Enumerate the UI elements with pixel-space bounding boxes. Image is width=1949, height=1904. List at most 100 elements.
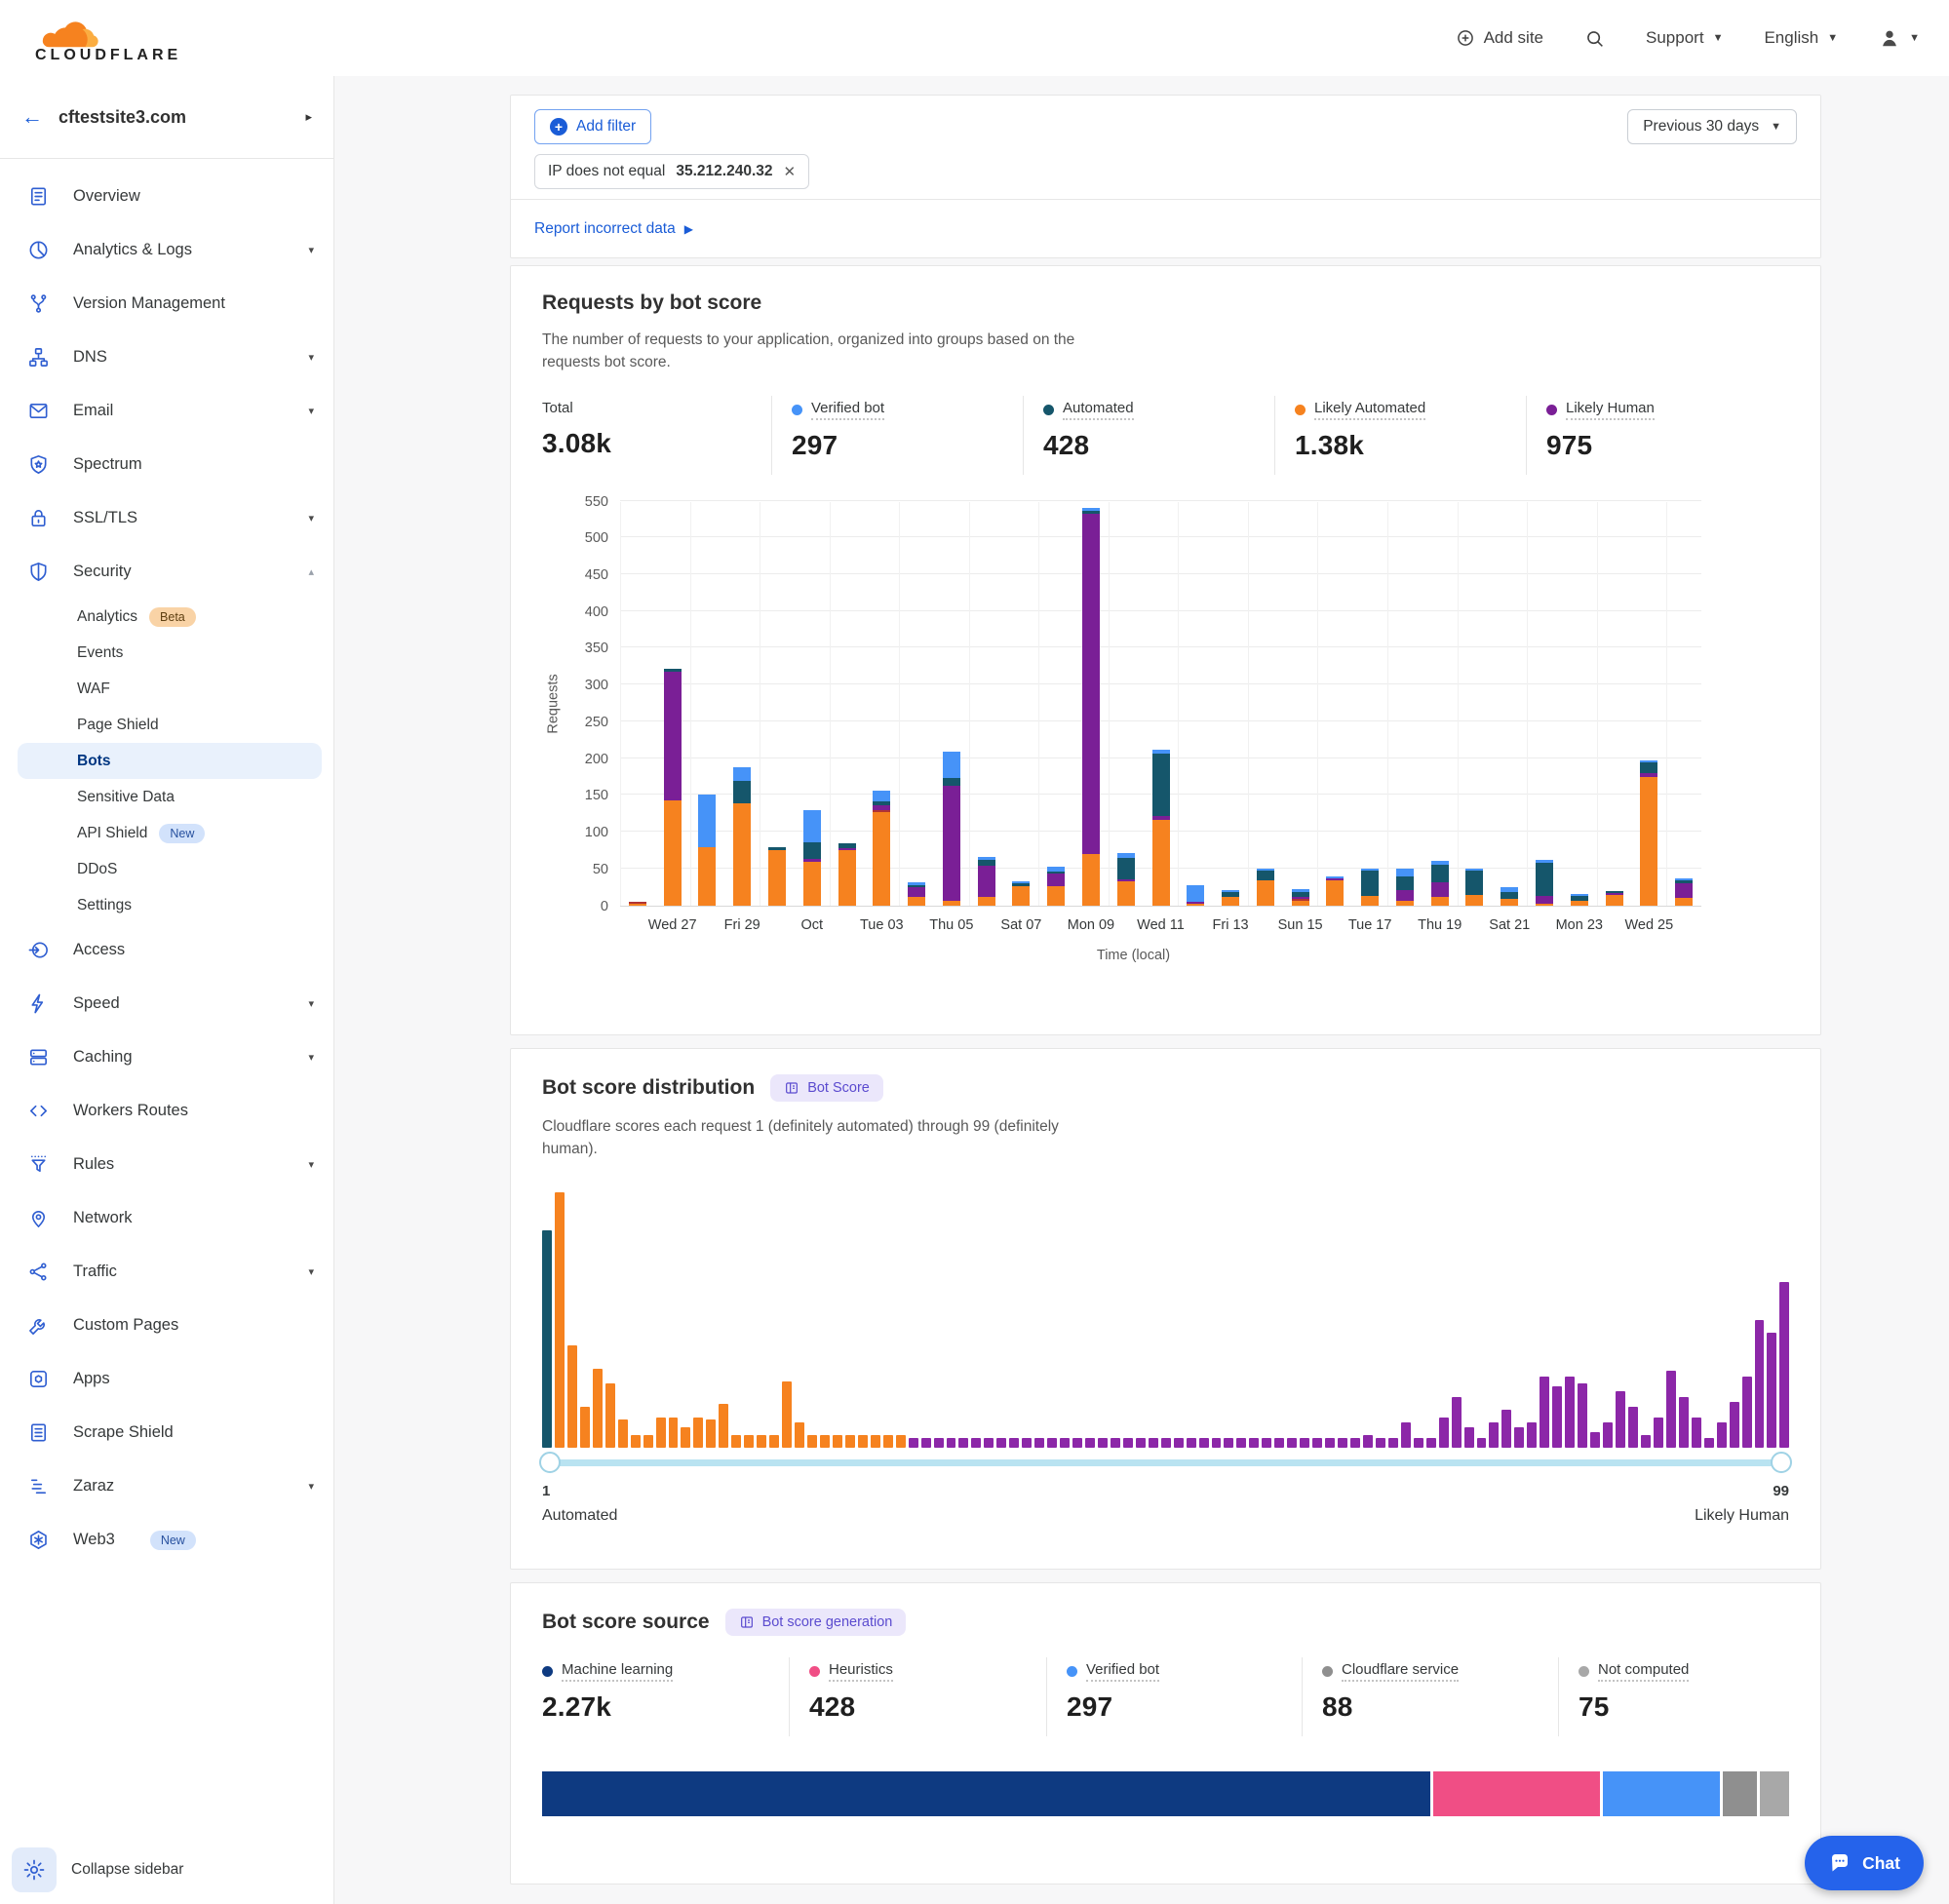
histogram-bar [719,1404,728,1448]
sidebar-item-web3[interactable]: Web3New [0,1513,333,1567]
stat-label[interactable]: Verified bot [1086,1661,1159,1682]
gridline-vertical [1666,502,1667,906]
y-axis-tick: 100 [585,825,608,840]
stat-label[interactable]: Machine learning [562,1661,673,1682]
histogram-bar [1578,1383,1587,1448]
close-icon[interactable]: ✕ [784,163,797,180]
sidebar-subitem-ddos[interactable]: DDoS [0,851,333,887]
slider-track[interactable] [542,1459,1789,1466]
sidebar-item-caching[interactable]: Caching▾ [0,1030,333,1084]
add-filter-label: Add filter [576,118,636,136]
slider-handle-max[interactable] [1771,1452,1792,1473]
stat-label[interactable]: Heuristics [829,1661,893,1682]
chat-button[interactable]: Chat [1805,1836,1924,1890]
gridline-vertical [1178,502,1179,906]
bar-segment [698,847,716,906]
bar-segment [1675,883,1693,898]
sidebar-item-analytics-logs[interactable]: Analytics & Logs▾ [0,223,333,277]
bot-score-badge[interactable]: Bot Score [770,1074,883,1102]
stat-label[interactable]: Automated [1063,400,1134,420]
time-range-label: Previous 30 days [1643,118,1759,136]
docs-icon [739,1614,755,1630]
stat-label[interactable]: Cloudflare service [1342,1661,1459,1682]
bar-segment [1501,892,1518,899]
sidebar-item-dns[interactable]: DNS▾ [0,330,333,384]
funnel-icon [27,1153,50,1176]
sidebar-item-version-management[interactable]: Version Management [0,277,333,330]
stat-label[interactable]: Likely Automated [1314,400,1425,420]
y-axis-tick: 200 [585,752,608,767]
gridline-horizontal [620,610,1701,611]
collapse-sidebar-button[interactable]: Collapse sidebar [12,1847,183,1892]
bot-score-generation-badge[interactable]: Bot score generation [725,1609,907,1636]
stat-label[interactable]: Likely Human [1566,400,1655,420]
language-menu[interactable]: English ▼ [1764,28,1838,48]
filter-chip[interactable]: IP does not equal 35.212.240.32 ✕ [534,154,809,189]
sidebar-item-overview[interactable]: Overview [0,170,333,223]
sidebar-subitem-sensitive-data[interactable]: Sensitive Data [0,779,333,815]
sidebar-item-workers-routes[interactable]: Workers Routes [0,1084,333,1138]
site-name: cftestsite3.com [58,107,290,128]
bar-segment [1082,514,1100,854]
sidebar-subitem-page-shield[interactable]: Page Shield [0,707,333,743]
web3-icon [27,1529,50,1551]
sidebar-subitem-bots[interactable]: Bots [18,743,322,779]
bar-segment [803,810,821,842]
add-filter-button[interactable]: + Add filter [534,109,651,144]
apps-icon [27,1368,50,1390]
source-segment-not-computed [1760,1771,1789,1816]
sidebar-subitem-events[interactable]: Events [0,635,333,671]
stacked-bar-plot: 050100150200250300350400450500550Wed 27F… [620,502,1701,907]
bar-segment [1465,871,1483,895]
sidebar-item-rules[interactable]: Rules▾ [0,1138,333,1191]
y-axis-tick: 50 [593,862,608,877]
histogram-bar [1149,1438,1158,1448]
sidebar-item-zaraz[interactable]: Zaraz▾ [0,1459,333,1513]
sidebar-subitem-waf[interactable]: WAF [0,671,333,707]
sidebar-item-speed[interactable]: Speed▾ [0,977,333,1030]
stat-label[interactable]: Not computed [1598,1661,1689,1682]
stat-label[interactable]: Verified bot [811,400,884,420]
legend-dot-icon [809,1666,820,1677]
sidebar-subitem-settings[interactable]: Settings [0,887,333,923]
sidebar-item-custom-pages[interactable]: Custom Pages [0,1299,333,1352]
access-icon [27,939,50,961]
sidebar-item-access[interactable]: Access [0,923,333,977]
chevron-down-icon: ▾ [308,1265,314,1278]
histogram-bar [1123,1438,1133,1448]
sidebar-item-ssl-tls[interactable]: SSL/TLS▾ [0,491,333,545]
stacked-bar [1675,878,1693,906]
report-incorrect-data-link[interactable]: Report incorrect data ▶ [511,199,1820,257]
chevron-right-icon[interactable]: ▸ [305,109,312,125]
time-range-dropdown[interactable]: Previous 30 days ▼ [1627,109,1797,144]
support-menu[interactable]: Support ▼ [1646,28,1723,48]
sidebar-item-label: Access [73,941,125,959]
sidebar-item-apps[interactable]: Apps [0,1352,333,1406]
stacked-bar [664,669,682,906]
histogram-bar [693,1418,703,1448]
stat-value: 297 [1067,1691,1302,1723]
account-menu[interactable]: ▼ [1879,27,1920,49]
chevron-down-icon: ▼ [1827,32,1838,44]
sidebar-item-scrape-shield[interactable]: Scrape Shield [0,1406,333,1459]
sidebar-item-spectrum[interactable]: Spectrum [0,438,333,491]
search-icon[interactable] [1584,28,1605,49]
add-site-button[interactable]: Add site [1456,28,1543,48]
slider-handle-min[interactable] [539,1452,561,1473]
sidebar-subitem-analytics[interactable]: AnalyticsBeta [0,599,333,635]
sidebar-item-security[interactable]: Security▴ [0,545,333,599]
sidebar-item-traffic[interactable]: Traffic▾ [0,1245,333,1299]
legend-dot-icon [1043,405,1054,415]
histogram-bar [1350,1438,1360,1448]
gear-icon[interactable] [12,1847,57,1892]
sidebar-item-email[interactable]: Email▾ [0,384,333,438]
sidebar-subitem-api-shield[interactable]: API ShieldNew [0,815,333,851]
sidebar-item-network[interactable]: Network [0,1191,333,1245]
stacked-bar [873,791,890,906]
back-arrow-icon[interactable]: ← [21,104,43,130]
chevron-down-icon: ▾ [308,351,314,364]
bar-segment [873,791,890,801]
sidebar-item-label: Security [73,563,132,581]
histogram-bar [845,1435,855,1448]
score-range-slider[interactable] [542,1452,1789,1473]
